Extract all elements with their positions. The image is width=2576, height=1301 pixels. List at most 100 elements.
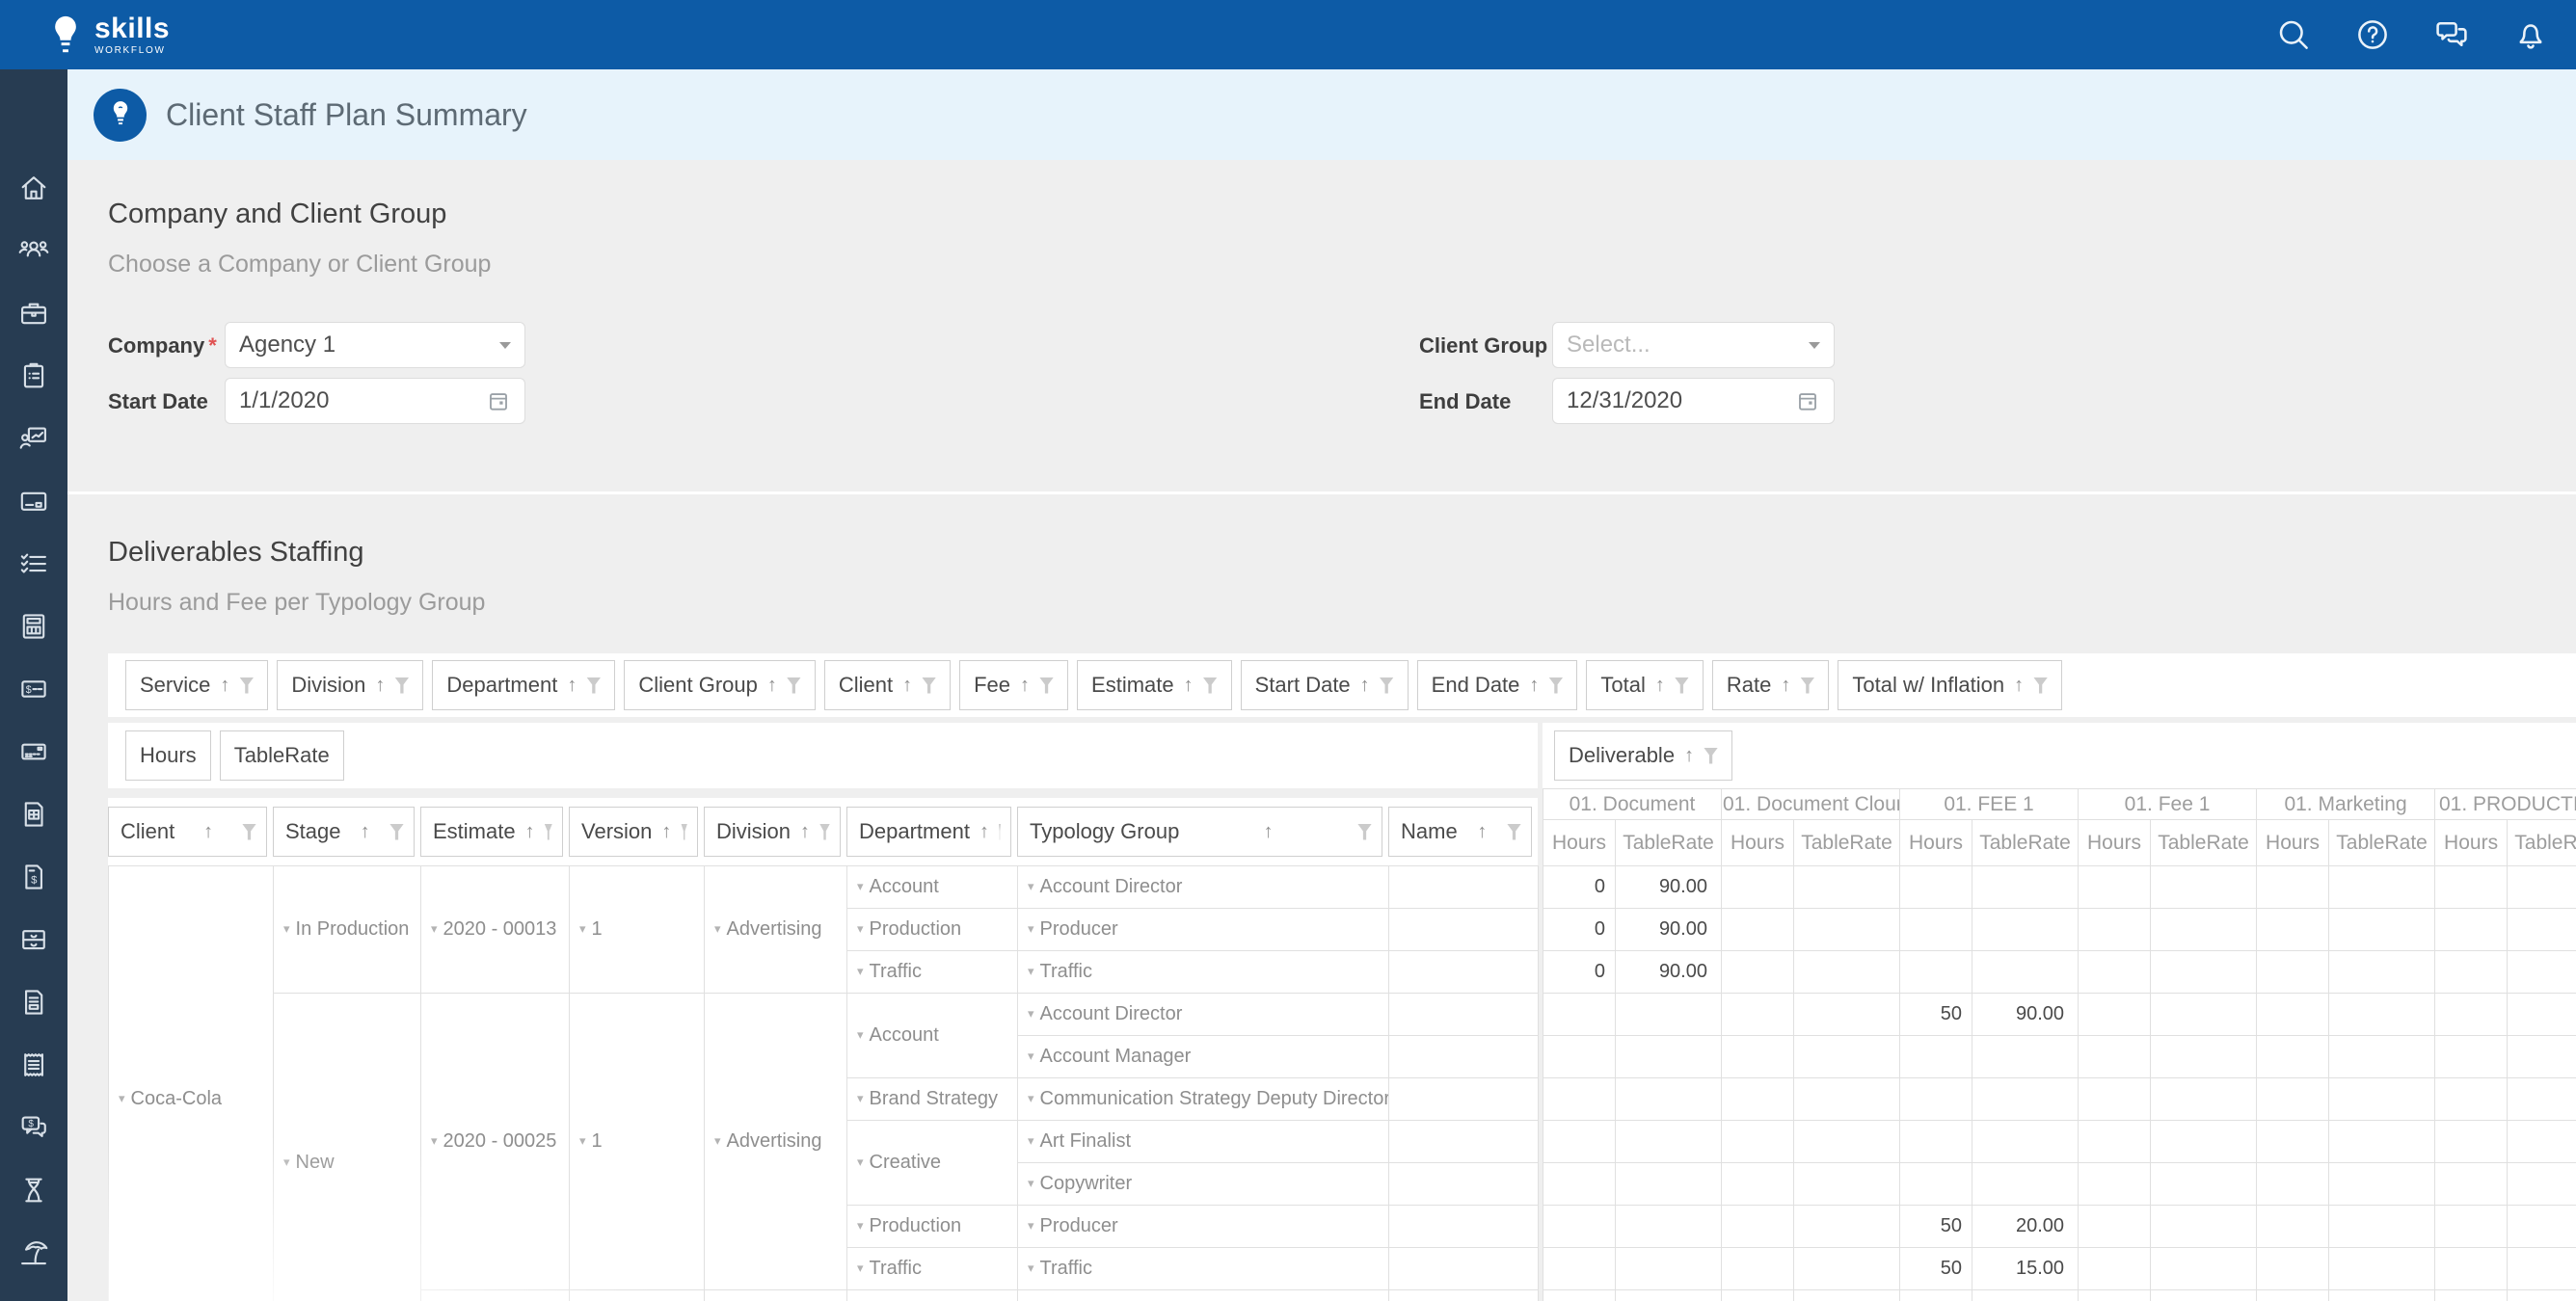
filter-funnel-icon[interactable] bbox=[389, 824, 404, 840]
filter-funnel-icon[interactable] bbox=[2033, 677, 2048, 694]
clipboard-list-icon[interactable] bbox=[17, 359, 50, 392]
cell-dropdown-icon[interactable]: ▾ bbox=[1028, 1176, 1034, 1190]
cell-dropdown-icon[interactable]: ▾ bbox=[1028, 964, 1034, 978]
cell-hours[interactable]: 0 bbox=[1543, 866, 1616, 909]
money-chat-icon[interactable]: $ bbox=[17, 1111, 50, 1144]
cell-tablerate[interactable]: 90.00 bbox=[1616, 909, 1722, 951]
cell-tablerate[interactable]: 15.00 bbox=[1972, 1248, 2079, 1290]
app-logo[interactable]: skills WORKFLOW bbox=[48, 13, 170, 56]
cell-typology[interactable]: ▾Traffic bbox=[1018, 951, 1389, 994]
cell-typology[interactable]: ▾Account Manager bbox=[1018, 1036, 1389, 1078]
messages-icon[interactable] bbox=[2433, 16, 2470, 53]
cell-dropdown-icon[interactable]: ▾ bbox=[283, 1155, 290, 1169]
cell-typology[interactable]: ▾Traffic bbox=[1018, 1248, 1389, 1290]
cell-dropdown-icon[interactable]: ▾ bbox=[857, 879, 864, 893]
cell-dropdown-icon[interactable]: ▾ bbox=[857, 1261, 864, 1275]
cell-stage[interactable]: ▾In Production bbox=[274, 866, 421, 994]
filter-chip-total-w-inflation[interactable]: Total w/ Inflation↑ bbox=[1838, 660, 2062, 710]
cell-hours[interactable]: 50 bbox=[1900, 1206, 1972, 1248]
cell-dropdown-icon[interactable]: ▾ bbox=[1028, 879, 1034, 893]
cell-tablerate[interactable]: 90.00 bbox=[1972, 1290, 2079, 1301]
calendar-icon[interactable] bbox=[1795, 388, 1820, 413]
cell-dropdown-icon[interactable]: ▾ bbox=[857, 1027, 864, 1042]
cell-dropdown-icon[interactable]: ▾ bbox=[857, 1218, 864, 1233]
hourglass-icon[interactable] bbox=[17, 1174, 50, 1207]
cell-dropdown-icon[interactable]: ▾ bbox=[1028, 1261, 1034, 1275]
value-chip-tablerate[interactable]: TableRate bbox=[220, 730, 344, 781]
column-header-typology-group[interactable]: Typology Group↑ bbox=[1017, 807, 1382, 857]
cell-tablerate[interactable]: 90.00 bbox=[1972, 994, 2079, 1036]
column-header-estimate[interactable]: Estimate↑ bbox=[420, 807, 563, 857]
cell-hours[interactable]: 0 bbox=[1543, 951, 1616, 994]
sort-arrow-icon[interactable]: ↑ bbox=[1020, 675, 1030, 697]
cell-hours[interactable]: 50 bbox=[1900, 994, 1972, 1036]
vacation-umbrella-icon[interactable] bbox=[17, 1236, 50, 1269]
cell-dropdown-icon[interactable]: ▾ bbox=[431, 1133, 438, 1148]
filter-chip-end-date[interactable]: End Date↑ bbox=[1417, 660, 1578, 710]
sort-arrow-icon[interactable]: ↑ bbox=[375, 675, 385, 697]
cell-tablerate[interactable]: 90.00 bbox=[1616, 866, 1722, 909]
filter-funnel-icon[interactable] bbox=[922, 677, 936, 694]
team-icon[interactable] bbox=[17, 234, 50, 267]
sort-arrow-icon[interactable]: ↑ bbox=[525, 821, 535, 843]
cell-department[interactable]: ▾Traffic bbox=[847, 1248, 1018, 1290]
filter-funnel-icon[interactable] bbox=[787, 677, 801, 694]
cell-dropdown-icon[interactable]: ▾ bbox=[857, 921, 864, 936]
cell-tablerate[interactable]: 20.00 bbox=[1972, 1206, 2079, 1248]
filter-funnel-icon[interactable] bbox=[1675, 677, 1689, 694]
sort-arrow-icon[interactable]: ↑ bbox=[902, 675, 912, 697]
cell-dropdown-icon[interactable]: ▾ bbox=[1028, 1218, 1034, 1233]
filter-funnel-icon[interactable] bbox=[586, 677, 601, 694]
sort-arrow-icon[interactable]: ↑ bbox=[661, 821, 671, 843]
cell-typology[interactable]: ▾Copywriter bbox=[1018, 1163, 1389, 1206]
cell-hours[interactable]: 50 bbox=[1900, 1248, 1972, 1290]
filter-chip-service[interactable]: Service↑ bbox=[125, 660, 268, 710]
filter-chip-start-date[interactable]: Start Date↑ bbox=[1241, 660, 1409, 710]
sort-arrow-icon[interactable]: ↑ bbox=[800, 821, 810, 843]
filter-chip-fee[interactable]: Fee↑ bbox=[959, 660, 1068, 710]
calendar-icon[interactable] bbox=[486, 388, 511, 413]
sort-arrow-icon[interactable]: ↑ bbox=[1264, 821, 1274, 843]
sort-arrow-icon[interactable]: ↑ bbox=[2014, 675, 2024, 697]
cell-dropdown-icon[interactable]: ▾ bbox=[579, 921, 586, 936]
sort-arrow-icon[interactable]: ↑ bbox=[220, 675, 229, 697]
filter-chip-client-group[interactable]: Client Group↑ bbox=[624, 660, 816, 710]
filter-funnel-icon[interactable] bbox=[1357, 824, 1372, 840]
sort-arrow-icon[interactable]: ↑ bbox=[1684, 745, 1694, 767]
invoice-dollar-icon[interactable]: $ bbox=[17, 861, 50, 893]
column-header-name[interactable]: Name↑ bbox=[1388, 807, 1532, 857]
cell-dropdown-icon[interactable]: ▾ bbox=[431, 921, 438, 936]
cell-department[interactable]: ▾Account bbox=[847, 866, 1018, 909]
cell-dropdown-icon[interactable]: ▾ bbox=[1028, 1006, 1034, 1021]
cell-typology[interactable]: ▾Art Finalist bbox=[1018, 1121, 1389, 1163]
filter-chip-division[interactable]: Division↑ bbox=[277, 660, 423, 710]
company-select[interactable]: Agency 1 bbox=[225, 322, 525, 368]
notifications-bell-icon[interactable] bbox=[2512, 16, 2549, 53]
cell-hours[interactable]: 50 bbox=[1900, 1290, 1972, 1301]
report-doc-icon[interactable] bbox=[17, 798, 50, 831]
cell-client[interactable]: ▾Coca-Cola bbox=[109, 866, 274, 1301]
cell-version[interactable]: ▾1 bbox=[570, 866, 705, 994]
cell-dropdown-icon[interactable]: ▾ bbox=[714, 921, 721, 936]
end-date-input[interactable]: 12/31/2020 bbox=[1552, 378, 1835, 424]
sort-arrow-icon[interactable]: ↑ bbox=[1477, 821, 1487, 843]
cell-hours[interactable]: 0 bbox=[1543, 909, 1616, 951]
sort-arrow-icon[interactable]: ↑ bbox=[979, 821, 989, 843]
cell-dropdown-icon[interactable]: ▾ bbox=[857, 1091, 864, 1105]
cell-dropdown-icon[interactable]: ▾ bbox=[857, 1155, 864, 1169]
cell-department[interactable]: ▾Production bbox=[847, 1206, 1018, 1248]
filter-funnel-icon[interactable] bbox=[239, 677, 254, 694]
column-header-client[interactable]: Client↑ bbox=[108, 807, 267, 857]
filter-funnel-icon[interactable] bbox=[1507, 824, 1521, 840]
filter-chip-client[interactable]: Client↑ bbox=[824, 660, 951, 710]
cell-typology[interactable]: ▾Account Director bbox=[1018, 994, 1389, 1036]
filter-funnel-icon[interactable] bbox=[681, 824, 687, 840]
filter-funnel-icon[interactable] bbox=[1704, 748, 1718, 764]
cell-department[interactable]: ▾Brand Strategy bbox=[847, 1078, 1018, 1121]
column-header-division[interactable]: Division↑ bbox=[704, 807, 841, 857]
filter-funnel-icon[interactable] bbox=[1548, 677, 1563, 694]
cell-dropdown-icon[interactable]: ▾ bbox=[283, 921, 290, 936]
filter-chip-department[interactable]: Department↑ bbox=[432, 660, 615, 710]
cell-dropdown-icon[interactable]: ▾ bbox=[119, 1091, 125, 1105]
cell-department[interactable]: ▾Traffic bbox=[847, 951, 1018, 994]
